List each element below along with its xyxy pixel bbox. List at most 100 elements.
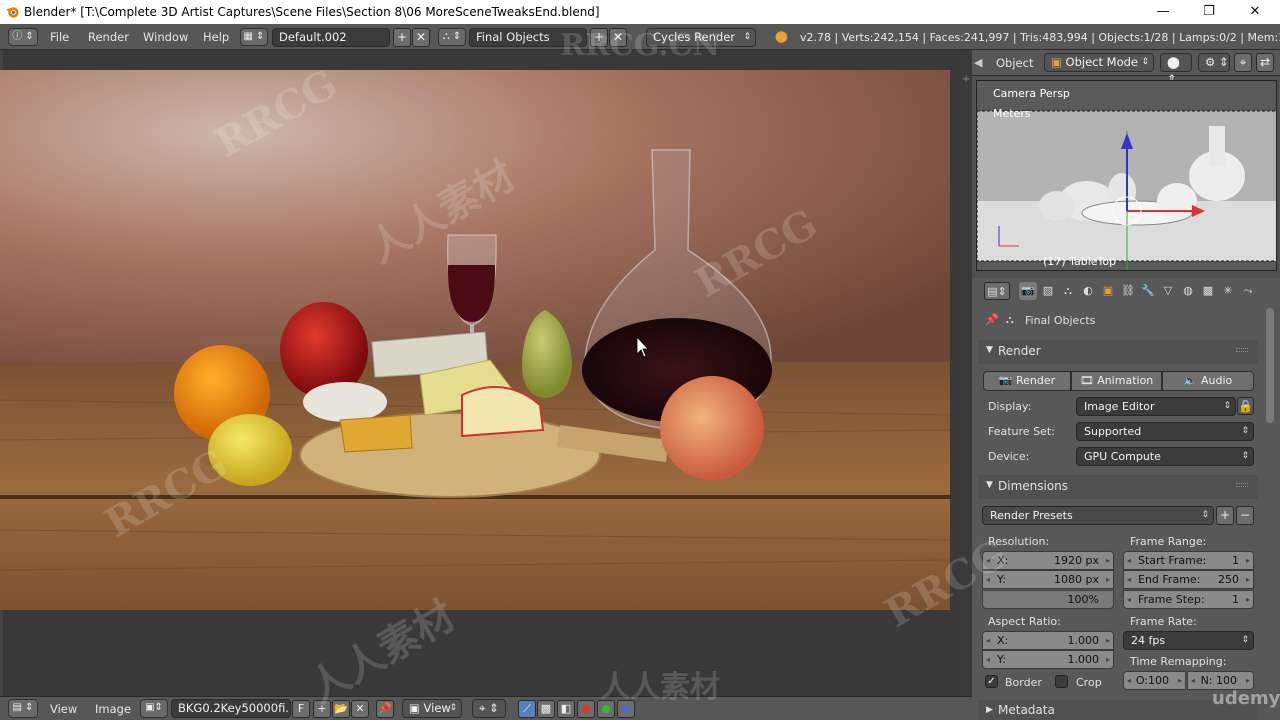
increment-icon[interactable]: ▸ [1106,651,1110,668]
world-tab-icon[interactable]: ◐ [1079,282,1097,300]
add-scene-icon[interactable]: + [590,28,608,47]
start-frame-field[interactable]: ◂ Start Frame: 1 ▸ [1123,551,1254,570]
menu-object[interactable]: Object [996,56,1033,70]
decrement-icon[interactable]: ◂ [986,552,990,569]
menu-window[interactable]: Window [143,30,188,44]
minimize-button[interactable]: — [1150,2,1176,22]
increment-icon[interactable]: ▸ [1106,571,1110,588]
device-dropdown[interactable]: GPU Compute ⇕ [1076,447,1254,466]
render-tab-icon[interactable]: 📷 [1019,282,1037,300]
menu-render[interactable]: Render [88,30,129,44]
particles-tab-icon[interactable]: ✳ [1219,282,1237,300]
scene-icon[interactable]: ⛬ ⇕ [438,28,466,46]
scene-field[interactable]: Final Objects [469,28,587,47]
decrement-icon[interactable]: ◂ [1127,672,1131,689]
feature-set-dropdown[interactable]: Supported ⇕ [1076,422,1254,441]
object-tab-icon[interactable]: ▣ [1099,282,1117,300]
blue-channel-icon[interactable]: ● [617,700,635,718]
plus-icon[interactable]: + [962,74,970,85]
image-name-field[interactable]: BKG0.2Key50000fi... [171,699,291,718]
remove-scene-icon[interactable]: ✕ [609,28,627,47]
remap-old-field[interactable]: ◂ O:100 ▸ [1123,671,1186,690]
pivot-dropdown[interactable]: ⚙ ⇕ [1198,53,1230,72]
editor-type-icon[interactable]: ▤ ⇕ [8,699,38,718]
transform-icon[interactable]: ⇄ [1256,53,1274,72]
render-result-image[interactable] [0,70,950,610]
decrement-icon[interactable]: ◂ [986,571,990,588]
increment-icon[interactable]: ▸ [1246,672,1250,689]
properties-scrollbar[interactable] [1266,308,1274,423]
aspect-y-field[interactable]: ◂ Y: 1.000 ▸ [982,650,1114,669]
green-channel-icon[interactable]: ● [597,700,615,718]
menu-image[interactable]: Image [95,702,131,716]
drag-grip-icon[interactable] [1236,348,1248,352]
add-preset-icon[interactable]: + [1216,506,1234,525]
camera-viewport[interactable]: Camera Persp Meters (17) TableTop [976,80,1277,271]
decrement-icon[interactable]: ◂ [1127,571,1131,588]
view-mode-dropdown[interactable]: ▣ View ⇕ [402,699,462,718]
shading-dropdown[interactable]: ⬤ ⇕ [1160,53,1192,86]
constraints-tab-icon[interactable]: ⛓ [1119,282,1137,300]
maximize-button[interactable]: ❐ [1196,2,1222,22]
render-engine-dropdown[interactable]: Cycles Render ⇕ [646,28,756,47]
render-presets-dropdown[interactable]: Render Presets ⇕ [982,506,1214,525]
render-panel-header[interactable]: ▼ Render [978,340,1258,364]
physics-tab-icon[interactable]: ⤳ [1239,282,1257,300]
pin-icon[interactable]: 📌 [985,313,999,326]
pin-icon[interactable]: 📌 [376,700,394,718]
texture-tab-icon[interactable]: ▩ [1199,282,1217,300]
border-checkbox[interactable]: ✓ [985,675,998,688]
increment-icon[interactable]: ▸ [1246,591,1250,608]
layout-grid-icon[interactable]: ▦ ⇕ [240,28,268,46]
resolution-y-field[interactable]: ◂ Y: 1080 px ▸ [982,570,1114,589]
pivot-dropdown[interactable]: ⌖ ⇕ [472,699,506,718]
drag-grip-icon[interactable] [1236,483,1248,487]
manipulator-icon[interactable]: ⌖ [1234,53,1252,72]
decrement-icon[interactable]: ◂ [1127,552,1131,569]
end-frame-field[interactable]: ◂ End Frame: 250 ▸ [1123,570,1254,589]
fake-user-button[interactable]: F [292,700,310,718]
decrement-icon[interactable]: ◂ [1127,591,1131,608]
decrement-icon[interactable]: ◂ [986,632,990,649]
material-tab-icon[interactable]: ◍ [1179,282,1197,300]
render-button[interactable]: 📷 Render [983,371,1071,391]
close-button[interactable]: ✕ [1242,2,1268,22]
menu-view[interactable]: View [50,702,77,716]
resolution-percentage-field[interactable]: 100% [982,590,1114,609]
increment-icon[interactable]: ▸ [1246,571,1250,588]
increment-icon[interactable]: ▸ [1246,552,1250,569]
audio-button[interactable]: 🔈 Audio [1162,371,1254,391]
frame-rate-dropdown[interactable]: 24 fps ⇕ [1123,631,1254,650]
animation-button[interactable]: 🎞 Animation [1071,371,1162,391]
display-dropdown[interactable]: Image Editor ⇕ [1076,397,1236,416]
display-channels-icon[interactable]: ▩ [537,700,555,718]
menu-help[interactable]: Help [203,30,229,44]
red-channel-icon[interactable]: ● [577,700,595,718]
uv-sync-icon[interactable]: ⟋ [518,700,536,718]
draw-alpha-icon[interactable]: ◧ [557,700,575,718]
editor-type-icon[interactable]: ⓘ ⇕ [8,28,38,46]
increment-icon[interactable]: ▸ [1106,632,1110,649]
decrement-icon[interactable]: ◂ [986,651,990,668]
new-image-icon[interactable]: + [313,700,331,718]
scene-tab-icon[interactable]: ⛬ [1059,282,1077,300]
frame-step-field[interactable]: ◂ Frame Step: 1 ▸ [1123,590,1254,609]
layout-field[interactable]: Default.002 [272,28,390,47]
decrement-icon[interactable]: ◂ [1191,672,1195,689]
dimensions-panel-header[interactable]: ▼ Dimensions [978,475,1258,499]
mode-dropdown[interactable]: ▣ Object Mode ⇕ [1044,53,1154,72]
image-browse-icon[interactable]: ▣⇕ [140,699,168,718]
resolution-x-field[interactable]: ◂ X: 1920 px ▸ [982,551,1114,570]
remap-new-field[interactable]: ◂ N: 100 ▸ [1187,671,1254,690]
aspect-x-field[interactable]: ◂ X: 1.000 ▸ [982,631,1114,650]
menu-file[interactable]: File [50,30,69,44]
modifiers-tab-icon[interactable]: 🔧 [1139,282,1157,300]
render-layers-tab-icon[interactable]: ▧ [1039,282,1057,300]
add-layout-icon[interactable]: + [393,28,411,47]
metadata-panel-header[interactable]: ▶ Metadata [978,700,1258,720]
lock-icon[interactable]: 🔒 [1237,397,1254,415]
editor-type-icon[interactable]: ▤⇕ [984,282,1010,300]
open-image-icon[interactable]: 📂 [332,700,350,718]
unlink-image-icon[interactable]: ✕ [351,700,369,718]
remove-preset-icon[interactable]: − [1236,506,1254,525]
